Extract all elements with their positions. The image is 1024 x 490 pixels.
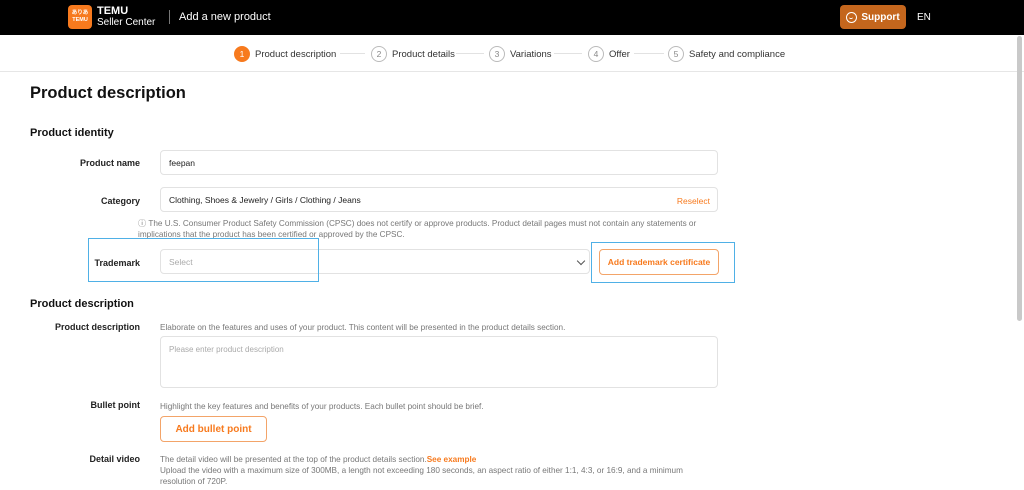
- cpsc-note-line1: ⓘ The U.S. Consumer Product Safety Commi…: [138, 219, 697, 228]
- smile-icon: [846, 11, 858, 23]
- section-title-identity: Product identity: [30, 127, 114, 139]
- reselect-link[interactable]: Reselect: [677, 196, 710, 206]
- detail-video-hint-text: The detail video will be presented at th…: [160, 455, 427, 464]
- page-title: Product description: [30, 84, 186, 102]
- step-label: Variations: [510, 48, 552, 60]
- step-number: 1: [234, 46, 250, 62]
- support-button[interactable]: Support: [840, 5, 906, 29]
- step-connector: [456, 53, 484, 54]
- header-page-title: Add a new product: [179, 11, 271, 23]
- highlight-box-trademark: [88, 238, 319, 282]
- category-field[interactable]: Clothing, Shoes & Jewelry / Girls / Clot…: [160, 187, 718, 212]
- detail-video-hint-line: The detail video will be presented at th…: [160, 454, 740, 465]
- step-label: Product description: [255, 48, 337, 60]
- see-example-link[interactable]: See example: [427, 455, 477, 464]
- video-requirements-line2: resolution of 720P.: [160, 477, 228, 486]
- step-offer[interactable]: 4 Offer: [588, 46, 630, 62]
- brand-sub: Seller Center: [97, 17, 156, 28]
- add-bullet-point-button[interactable]: Add bullet point: [160, 416, 267, 442]
- logo-text-bottom: TEMU: [72, 17, 88, 23]
- language-switch[interactable]: EN: [917, 12, 931, 23]
- step-connector: [634, 53, 664, 54]
- step-number: 2: [371, 46, 387, 62]
- step-product-description[interactable]: 1 Product description: [234, 46, 336, 62]
- bullet-point-label: Bullet point: [90, 400, 141, 410]
- step-connector: [554, 53, 582, 54]
- support-label: Support: [861, 11, 900, 23]
- step-number: 3: [489, 46, 505, 62]
- step-label: Offer: [609, 48, 630, 60]
- section-title-description: Product description: [30, 298, 134, 310]
- header-divider: [169, 10, 170, 24]
- logo-text-top: ありあ: [71, 10, 89, 16]
- detail-video-label: Detail video: [89, 454, 140, 464]
- product-name-input[interactable]: feepan: [160, 150, 718, 175]
- video-requirements-line1: Upload the video with a maximum size of …: [160, 466, 683, 475]
- page-scrollbar[interactable]: [1017, 36, 1022, 321]
- step-connector: [340, 53, 365, 54]
- highlight-box-certificate: [591, 242, 735, 283]
- product-description-textarea[interactable]: [160, 336, 718, 388]
- step-product-details[interactable]: 2 Product details: [371, 46, 455, 62]
- step-safety-compliance[interactable]: 5 Safety and compliance: [668, 46, 785, 62]
- category-value: Clothing, Shoes & Jewelry / Girls / Clot…: [169, 194, 361, 205]
- product-description-label: Product description: [54, 322, 140, 332]
- bullet-point-hint: Highlight the key features and benefits …: [160, 402, 484, 411]
- step-number: 5: [668, 46, 684, 62]
- step-number: 4: [588, 46, 604, 62]
- step-label: Product details: [392, 48, 455, 60]
- top-bar: ありあ TEMU TEMU Seller Center Add a new pr…: [0, 0, 1024, 35]
- temu-logo[interactable]: ありあ TEMU: [68, 5, 92, 29]
- step-label: Safety and compliance: [689, 48, 786, 60]
- cpsc-note: ⓘ The U.S. Consumer Product Safety Commi…: [138, 218, 728, 240]
- brand: TEMU Seller Center: [97, 5, 155, 29]
- product-description-hint: Elaborate on the features and uses of yo…: [160, 323, 566, 332]
- category-label: Category: [100, 196, 140, 206]
- brand-name: TEMU: [97, 5, 129, 17]
- product-name-label: Product name: [79, 158, 140, 168]
- detail-video-hint: The detail video will be presented at th…: [160, 454, 740, 487]
- step-variations[interactable]: 3 Variations: [489, 46, 552, 62]
